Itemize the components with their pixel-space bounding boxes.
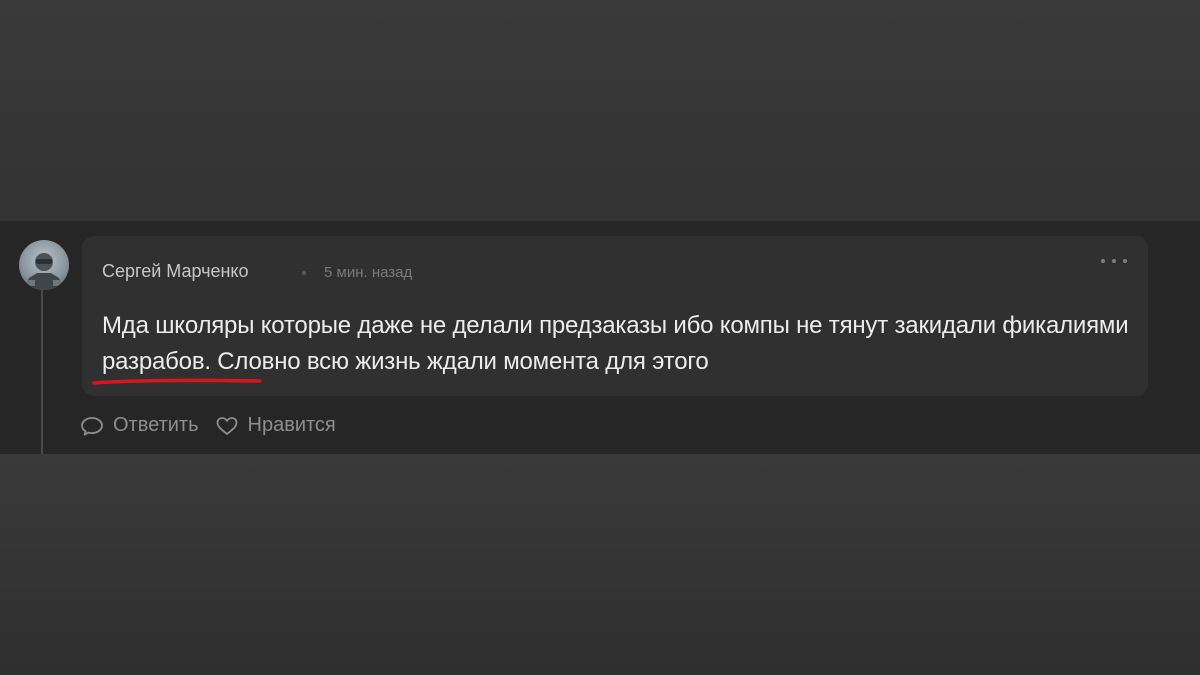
- red-underline-annotation: [92, 378, 262, 385]
- comment-actions: Ответить Нравится: [80, 414, 352, 437]
- like-label: Нравится: [247, 414, 336, 436]
- more-options-button[interactable]: [1101, 252, 1127, 270]
- like-button[interactable]: Нравится: [215, 414, 336, 437]
- page-background-bottom: [0, 454, 1200, 675]
- reply-button[interactable]: Ответить: [80, 414, 199, 437]
- separator-dot: [302, 271, 306, 275]
- ellipsis-icon: [1101, 259, 1105, 263]
- thread-line: [41, 288, 43, 454]
- comment-author[interactable]: Сергей Марченко: [102, 261, 249, 282]
- avatar[interactable]: [19, 240, 69, 290]
- comment-time: 5 мин. назад: [324, 264, 413, 281]
- comment-text: Мда школяры которые даже не делали предз…: [102, 312, 1129, 375]
- heart-icon: [216, 416, 237, 435]
- page-background-top: [0, 0, 1200, 221]
- speech-bubble-icon: [81, 416, 103, 435]
- reply-label: Ответить: [113, 414, 199, 436]
